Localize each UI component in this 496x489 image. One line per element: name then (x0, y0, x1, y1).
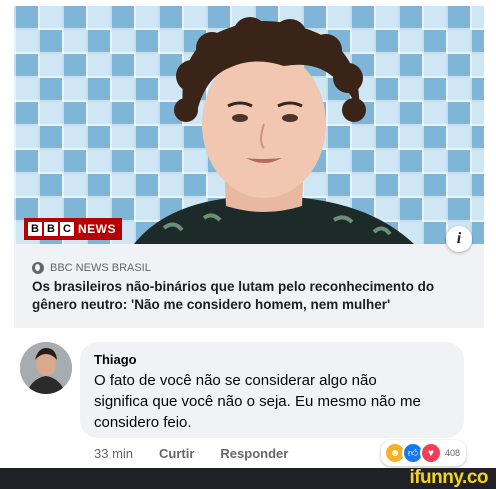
shared-post-card[interactable]: B B C NEWS i BBC NEWS BRASIL Os brasilei… (14, 6, 484, 328)
comment-bubble: Thiago O fato de você não se considerar … (80, 342, 464, 438)
comment-author[interactable]: Thiago (94, 352, 137, 367)
person-portrait (134, 17, 414, 244)
comment-actions: 33 min Curtir Responder (94, 446, 314, 461)
love-icon: ♥ (419, 442, 442, 464)
reactions-summary[interactable]: ☻ 👍︎ ♥ 408 (380, 440, 466, 466)
post-source[interactable]: BBC NEWS BRASIL (32, 262, 151, 274)
globe-icon (32, 262, 44, 274)
comment: Thiago O fato de você não se considerar … (14, 336, 484, 468)
source-label: BBC NEWS BRASIL (50, 262, 151, 274)
like-button[interactable]: Curtir (159, 446, 194, 461)
avatar-image (20, 342, 72, 394)
bbc-news-logo: B B C NEWS (24, 218, 122, 240)
post-photo[interactable]: B B C NEWS (14, 6, 484, 244)
info-icon[interactable]: i (446, 226, 472, 252)
ifunny-watermark: ifunny.co (409, 467, 488, 488)
post-headline[interactable]: Os brasileiros não-binários que lutam pe… (32, 278, 480, 314)
avatar[interactable] (20, 342, 72, 394)
comment-timestamp[interactable]: 33 min (94, 446, 133, 461)
reaction-count: 408 (444, 448, 460, 458)
reply-button[interactable]: Responder (220, 446, 288, 461)
watermark-bar: ifunny.co (0, 468, 496, 489)
comment-text: O fato de você não se considerar algo nã… (94, 372, 421, 431)
